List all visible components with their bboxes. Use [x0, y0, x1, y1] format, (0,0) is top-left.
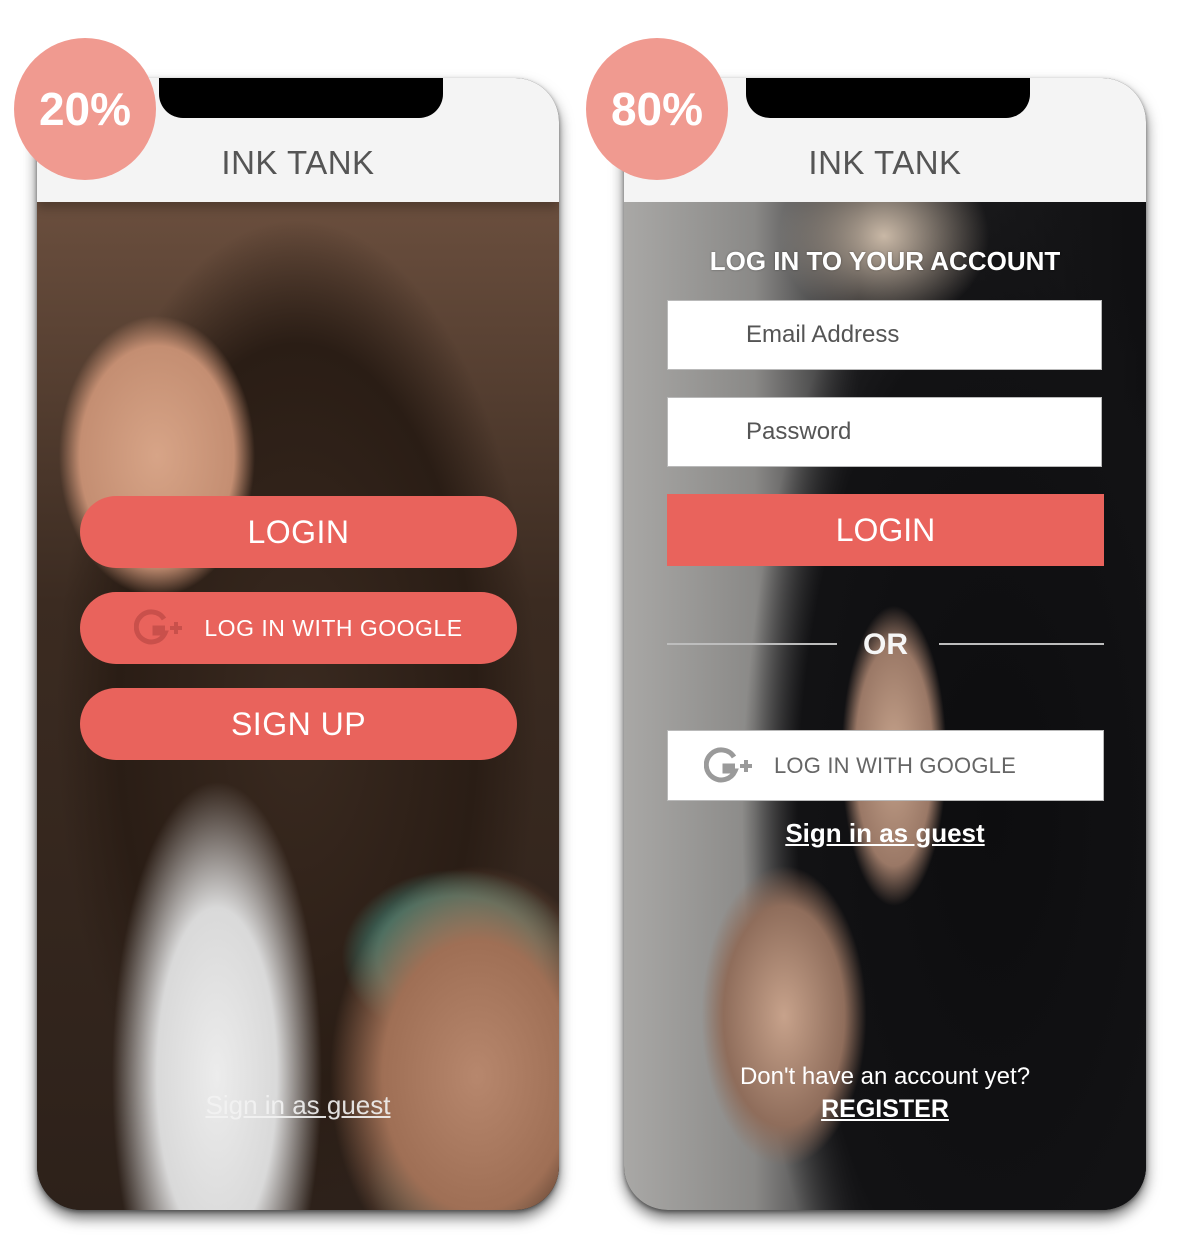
google-login-label: LOG IN WITH GOOGLE — [774, 752, 1016, 778]
or-divider-text: OR — [863, 628, 908, 661]
phone-login-screen: INK TANK LOG IN TO YOUR ACCOUNT LOGIN OR — [624, 78, 1146, 1210]
percent-badge: 80% — [586, 38, 728, 180]
signup-button-label: SIGN UP — [230, 705, 367, 742]
guest-signin-link[interactable]: Sign in as guest — [624, 818, 1146, 849]
google-login-button[interactable]: LOG IN WITH GOOGLE — [667, 730, 1104, 801]
google-plus-icon — [134, 609, 194, 647]
phone-welcome-screen: INK TANK LOGIN LOG IN WITH GOOGLE SIGN U… — [37, 78, 559, 1210]
email-field[interactable] — [667, 300, 1102, 370]
google-login-label: LOG IN WITH GOOGLE — [204, 614, 463, 641]
signup-button[interactable]: SIGN UP — [80, 688, 517, 760]
google-login-button[interactable]: LOG IN WITH GOOGLE — [80, 592, 517, 664]
phone-notch — [746, 78, 1030, 118]
register-prompt: Don't have an account yet? — [739, 1063, 1031, 1090]
login-button[interactable]: LOGIN — [667, 494, 1104, 566]
register-link[interactable]: REGISTER — [624, 1095, 1146, 1124]
login-button[interactable]: LOGIN — [80, 496, 517, 568]
comparison-stage: INK TANK LOGIN LOG IN WITH GOOGLE SIGN U… — [0, 0, 1200, 1246]
password-field[interactable] — [667, 397, 1102, 467]
email-input[interactable] — [668, 300, 1101, 370]
or-divider: OR — [667, 626, 1104, 674]
google-plus-icon — [704, 746, 764, 785]
percent-badge: 20% — [14, 38, 156, 180]
guest-signin-link[interactable]: Sign in as guest — [37, 1090, 559, 1121]
login-button-label: LOGIN — [247, 513, 350, 550]
login-button-label: LOGIN — [835, 511, 936, 548]
divider-line — [939, 643, 1104, 645]
login-heading: LOG IN TO YOUR ACCOUNT — [709, 246, 1061, 276]
password-input[interactable] — [668, 397, 1101, 467]
phone-notch — [159, 78, 443, 118]
